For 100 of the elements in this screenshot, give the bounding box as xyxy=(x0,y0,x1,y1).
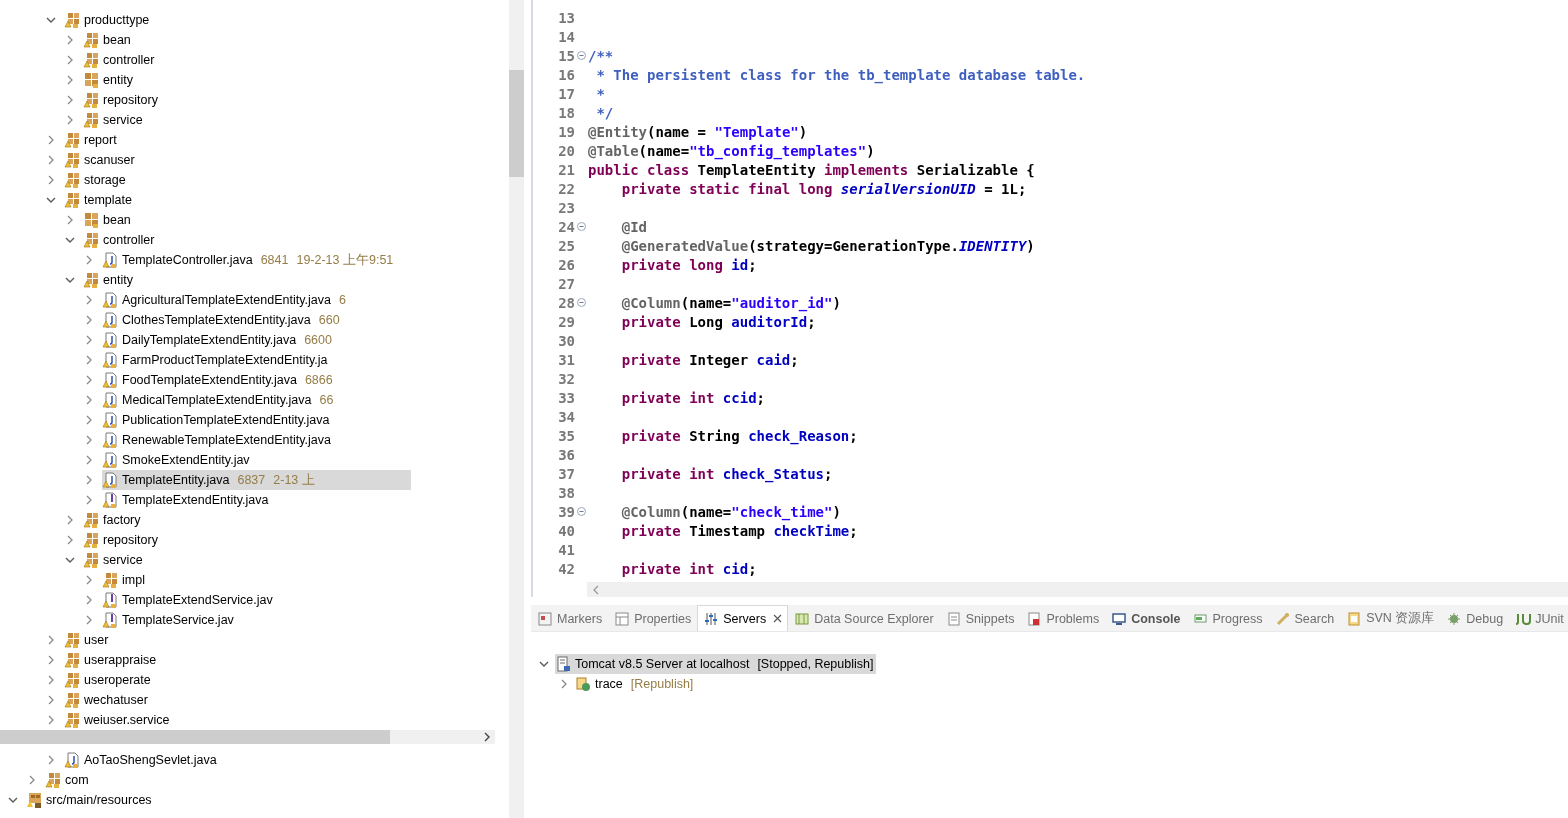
tree-item[interactable]: MedicalTemplateExtendEntity.java 66 xyxy=(102,390,338,410)
tree-item[interactable]: ClothesTemplateExtendEntity.java 660 xyxy=(102,310,344,330)
tree-item[interactable]: SmokeExtendEntity.jav xyxy=(102,450,254,470)
view-tab[interactable]: SVN 资源库 xyxy=(1340,605,1441,631)
tree-item[interactable]: controller xyxy=(83,230,159,250)
collapse-icon[interactable] xyxy=(576,298,586,307)
chevron-right-icon[interactable] xyxy=(84,455,94,465)
tree-item[interactable]: service xyxy=(83,550,147,570)
collapse-icon[interactable] xyxy=(576,222,586,231)
tree-item[interactable]: report xyxy=(64,130,121,150)
view-tab[interactable]: Properties xyxy=(608,605,698,631)
tree-item[interactable]: template xyxy=(64,190,136,210)
view-tab[interactable]: Servers xyxy=(697,605,789,631)
view-tab[interactable]: Problems xyxy=(1020,605,1106,631)
view-tab[interactable]: Search xyxy=(1268,605,1341,631)
tree-item[interactable]: impl xyxy=(102,570,149,590)
chevron-right-icon[interactable] xyxy=(84,615,94,625)
chevron-right-icon[interactable] xyxy=(65,515,75,525)
view-tab[interactable]: JUnit xyxy=(1509,605,1568,631)
collapse-icon[interactable] xyxy=(576,51,586,60)
chevron-right-icon[interactable] xyxy=(46,155,56,165)
chevron-right-icon[interactable] xyxy=(27,775,37,785)
chevron-down-icon[interactable] xyxy=(46,15,56,25)
tree-item[interactable]: userappraise xyxy=(64,650,161,670)
chevron-right-icon[interactable] xyxy=(46,715,56,725)
tree-item[interactable]: PublicationTemplateExtendEntity.java xyxy=(102,410,334,430)
tree-item[interactable]: TemplateEntity.java 6837 2-13 上 xyxy=(102,470,411,490)
chevron-right-icon[interactable] xyxy=(65,55,75,65)
chevron-right-icon[interactable] xyxy=(84,255,94,265)
chevron-right-icon[interactable] xyxy=(84,335,94,345)
tree-item[interactable]: AgriculturalTemplateExtendEntity.java 6 xyxy=(102,290,350,310)
collapse-icon[interactable] xyxy=(576,507,586,516)
tree-item[interactable]: RenewableTemplateExtendEntity.java xyxy=(102,430,335,450)
tree-item[interactable]: src/main/resources xyxy=(26,790,156,810)
chevron-right-icon[interactable] xyxy=(65,215,75,225)
chevron-down-icon[interactable] xyxy=(65,275,75,285)
tree-item[interactable]: user xyxy=(64,630,113,650)
view-tab[interactable]: Data Source Explorer xyxy=(788,605,940,631)
tree-item[interactable]: AoTaoShengSevlet.java xyxy=(64,750,221,770)
chevron-right-icon[interactable] xyxy=(84,435,94,445)
chevron-right-icon[interactable] xyxy=(46,655,56,665)
tree-item[interactable]: repository xyxy=(83,90,162,110)
chevron-right-icon[interactable] xyxy=(84,495,94,505)
tree-item[interactable]: service xyxy=(83,110,147,130)
chevron-right-icon[interactable] xyxy=(65,535,75,545)
tree-item[interactable]: TemplateController.java 6841 19-2-13 上午9:51 xyxy=(102,250,398,270)
chevron-down-icon[interactable] xyxy=(65,555,75,565)
tree-item[interactable]: com xyxy=(45,770,93,790)
chevron-down-icon[interactable] xyxy=(8,795,18,805)
chevron-right-icon[interactable] xyxy=(46,675,56,685)
chevron-right-icon[interactable] xyxy=(84,375,94,385)
tree-item[interactable]: repository xyxy=(83,530,162,550)
chevron-right-icon[interactable] xyxy=(65,115,75,125)
view-tab[interactable]: Snippets xyxy=(939,605,1021,631)
tree-item[interactable]: DailyTemplateExtendEntity.java 6600 xyxy=(102,330,336,350)
scrollbar-thumb[interactable] xyxy=(509,70,524,177)
tree-item[interactable]: wechatuser xyxy=(64,690,152,710)
tree-item[interactable]: TemplateExtendService.jav xyxy=(102,590,277,610)
chevron-right-icon[interactable] xyxy=(84,315,94,325)
tree-item[interactable]: TemplateExtendEntity.java xyxy=(102,490,273,510)
tree-item[interactable]: weiuser.service xyxy=(64,710,174,730)
tree-item[interactable]: entity xyxy=(83,270,137,290)
chevron-right-icon[interactable] xyxy=(84,355,94,365)
chevron-right-icon[interactable] xyxy=(65,95,75,105)
chevron-right-icon[interactable] xyxy=(46,175,56,185)
tree-item[interactable]: producttype xyxy=(64,10,154,30)
close-icon[interactable] xyxy=(773,614,783,623)
tree-item[interactable]: bean xyxy=(83,30,135,50)
view-tab[interactable]: Console xyxy=(1105,605,1187,631)
view-tab[interactable]: Markers xyxy=(531,605,609,631)
chevron-right-icon[interactable] xyxy=(559,679,569,689)
tree-item[interactable]: entity xyxy=(83,70,137,90)
chevron-right-icon[interactable] xyxy=(65,75,75,85)
tree-item[interactable]: useroperate xyxy=(64,670,155,690)
tree-item[interactable]: storage xyxy=(64,170,130,190)
chevron-right-icon[interactable] xyxy=(46,635,56,645)
view-tab[interactable]: Debug xyxy=(1440,605,1510,631)
chevron-right-icon[interactable] xyxy=(84,575,94,585)
tree-item[interactable]: FarmProductTemplateExtendEntity.ja xyxy=(102,350,332,370)
tree-item[interactable]: FoodTemplateExtendEntity.java 6866 xyxy=(102,370,337,390)
chevron-down-icon[interactable] xyxy=(539,659,549,669)
chevron-right-icon[interactable] xyxy=(84,475,94,485)
horizontal-scrollbar[interactable] xyxy=(0,730,495,744)
tree-item[interactable]: TemplateService.jav xyxy=(102,610,238,630)
tree-item[interactable]: scanuser xyxy=(64,150,139,170)
chevron-right-icon[interactable] xyxy=(84,395,94,405)
chevron-right-icon[interactable] xyxy=(65,35,75,45)
chevron-down-icon[interactable] xyxy=(65,235,75,245)
tree-item[interactable]: bean xyxy=(83,210,135,230)
view-tab[interactable]: Progress xyxy=(1186,605,1269,631)
chevron-right-icon[interactable] xyxy=(46,755,56,765)
chevron-right-icon[interactable] xyxy=(84,595,94,605)
chevron-right-icon[interactable] xyxy=(46,135,56,145)
horizontal-scrollbar[interactable] xyxy=(587,582,1568,597)
chevron-down-icon[interactable] xyxy=(46,195,56,205)
chevron-right-icon[interactable] xyxy=(46,695,56,705)
server-item[interactable]: trace [Republish] xyxy=(575,674,697,694)
server-item[interactable]: Tomcat v8.5 Server at localhost [Stopped, Republish] xyxy=(555,654,877,674)
tree-item[interactable]: factory xyxy=(83,510,145,530)
tree-item[interactable]: controller xyxy=(83,50,159,70)
